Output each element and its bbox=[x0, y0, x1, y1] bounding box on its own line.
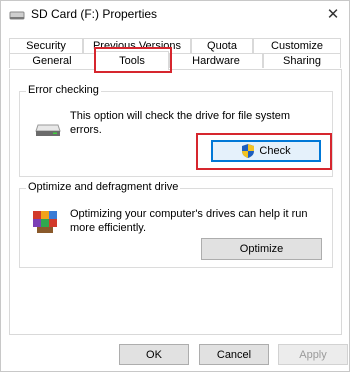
tab-quota[interactable]: Quota bbox=[191, 38, 253, 53]
tab-tools[interactable]: Tools bbox=[95, 51, 169, 70]
drive-icon bbox=[35, 124, 61, 136]
tab-hardware[interactable]: Hardware bbox=[169, 53, 263, 68]
close-button[interactable]: ✕ bbox=[319, 1, 347, 27]
tab-customize[interactable]: Customize bbox=[253, 38, 341, 53]
shield-icon bbox=[242, 144, 255, 158]
optimize-button[interactable]: Optimize bbox=[201, 238, 322, 260]
close-icon: ✕ bbox=[326, 6, 340, 23]
title-bar: SD Card (F:) Properties ✕ bbox=[1, 1, 349, 29]
ok-button[interactable]: OK bbox=[119, 344, 189, 365]
optimize-description: Optimizing your computer's drives can he… bbox=[70, 208, 308, 234]
optimize-title: Optimize and defragment drive bbox=[26, 181, 181, 193]
drive-icon bbox=[9, 11, 25, 20]
tab-sharing[interactable]: Sharing bbox=[263, 53, 341, 68]
defrag-icon bbox=[33, 211, 57, 233]
tab-general[interactable]: General bbox=[9, 53, 95, 68]
tab-security[interactable]: Security bbox=[9, 38, 83, 53]
cancel-button[interactable]: Cancel bbox=[199, 344, 269, 365]
properties-window: SD Card (F:) Properties ✕ Security Previ… bbox=[0, 0, 350, 372]
tab-row-2: General Tools Hardware Sharing bbox=[9, 51, 341, 70]
apply-button[interactable]: Apply bbox=[278, 344, 348, 365]
window-title: SD Card (F:) Properties bbox=[31, 7, 158, 21]
error-checking-title: Error checking bbox=[26, 84, 101, 96]
tab-row-1: Security Previous Versions Quota Customi… bbox=[9, 38, 341, 53]
error-checking-description: This option will check the drive for fil… bbox=[70, 110, 291, 136]
check-button-label: Check bbox=[259, 145, 291, 157]
check-button[interactable]: Check bbox=[211, 140, 321, 162]
